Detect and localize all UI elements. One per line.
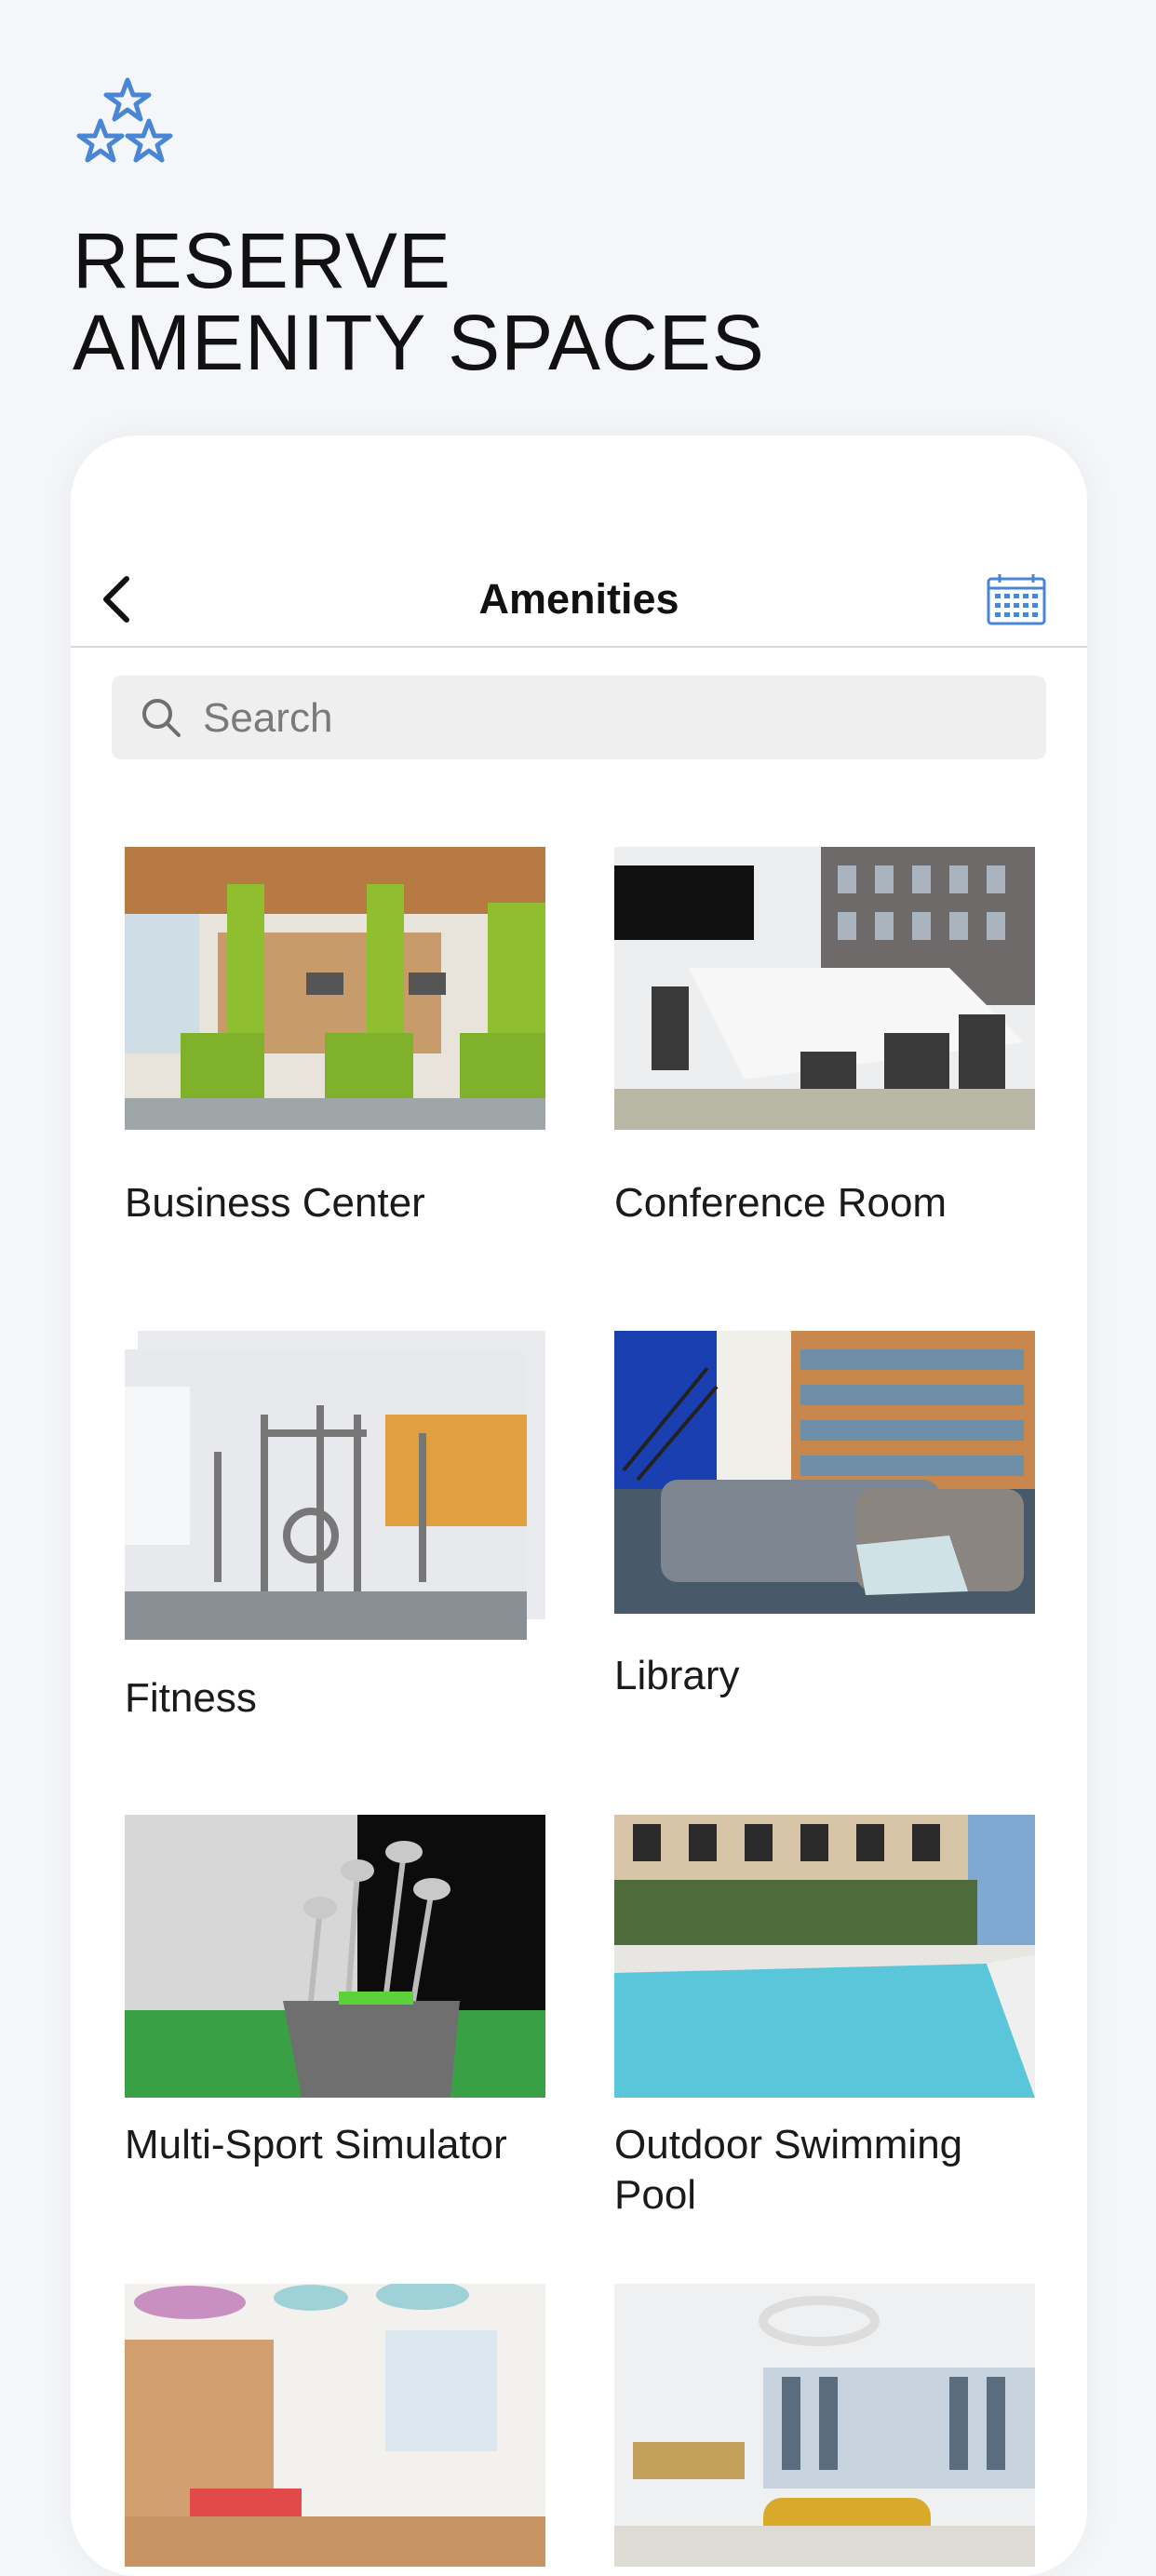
amenity-label: Library — [614, 1653, 740, 1698]
amenity-tile-conference-room[interactable]: Conference Room — [614, 847, 1035, 1228]
multi-sport-simulator-photo — [125, 1815, 545, 2098]
amenity-tile-outdoor-swimming-pool[interactable]: Outdoor Swimming Pool — [614, 1815, 1035, 2220]
three-stars-logo-icon — [76, 74, 179, 168]
navigation-bar: Amenities — [71, 547, 1087, 648]
fitness-photo — [125, 1349, 527, 1640]
playroom-photo — [125, 2284, 545, 2567]
amenity-tile-playroom[interactable] — [125, 2284, 545, 2576]
amenity-label: Fitness — [125, 1675, 257, 1721]
amenity-tile-fitness[interactable]: Fitness — [125, 1349, 545, 1724]
amenities-card: Amenities Search Business Center Confere… — [71, 436, 1087, 2576]
amenity-tile-business-center[interactable]: Business Center — [125, 847, 545, 1228]
calendar-button[interactable] — [987, 573, 1046, 625]
search-bar[interactable] — [112, 676, 1046, 761]
business-center-photo — [125, 847, 545, 1130]
amenity-label: Conference Room — [614, 1180, 948, 1226]
page-headline: RESERVE AMENITY SPACES — [73, 220, 765, 383]
search-icon — [142, 699, 181, 737]
search-input[interactable] — [201, 676, 1024, 761]
conference-room-photo — [614, 847, 1035, 1130]
amenity-label: Outdoor Swimming Pool — [614, 2122, 963, 2218]
amenity-label: Business Center — [125, 1180, 425, 1226]
nav-title: Amenities — [478, 575, 679, 623]
amenity-tile-library[interactable]: Library — [614, 1331, 1035, 1701]
amenity-label: Multi-Sport Simulator — [125, 2122, 507, 2167]
amenity-tile-multi-sport-simulator[interactable]: Multi-Sport Simulator — [125, 1815, 545, 2170]
headline-line-1: RESERVE — [73, 217, 451, 304]
library-photo — [614, 1331, 1035, 1614]
lounge-photo — [614, 2284, 1035, 2567]
outdoor-swimming-pool-photo — [614, 1815, 1035, 2098]
headline-line-2: AMENITY SPACES — [73, 299, 765, 386]
calendar-icon — [987, 574, 1046, 625]
amenity-tile-lounge[interactable] — [614, 2284, 1035, 2576]
